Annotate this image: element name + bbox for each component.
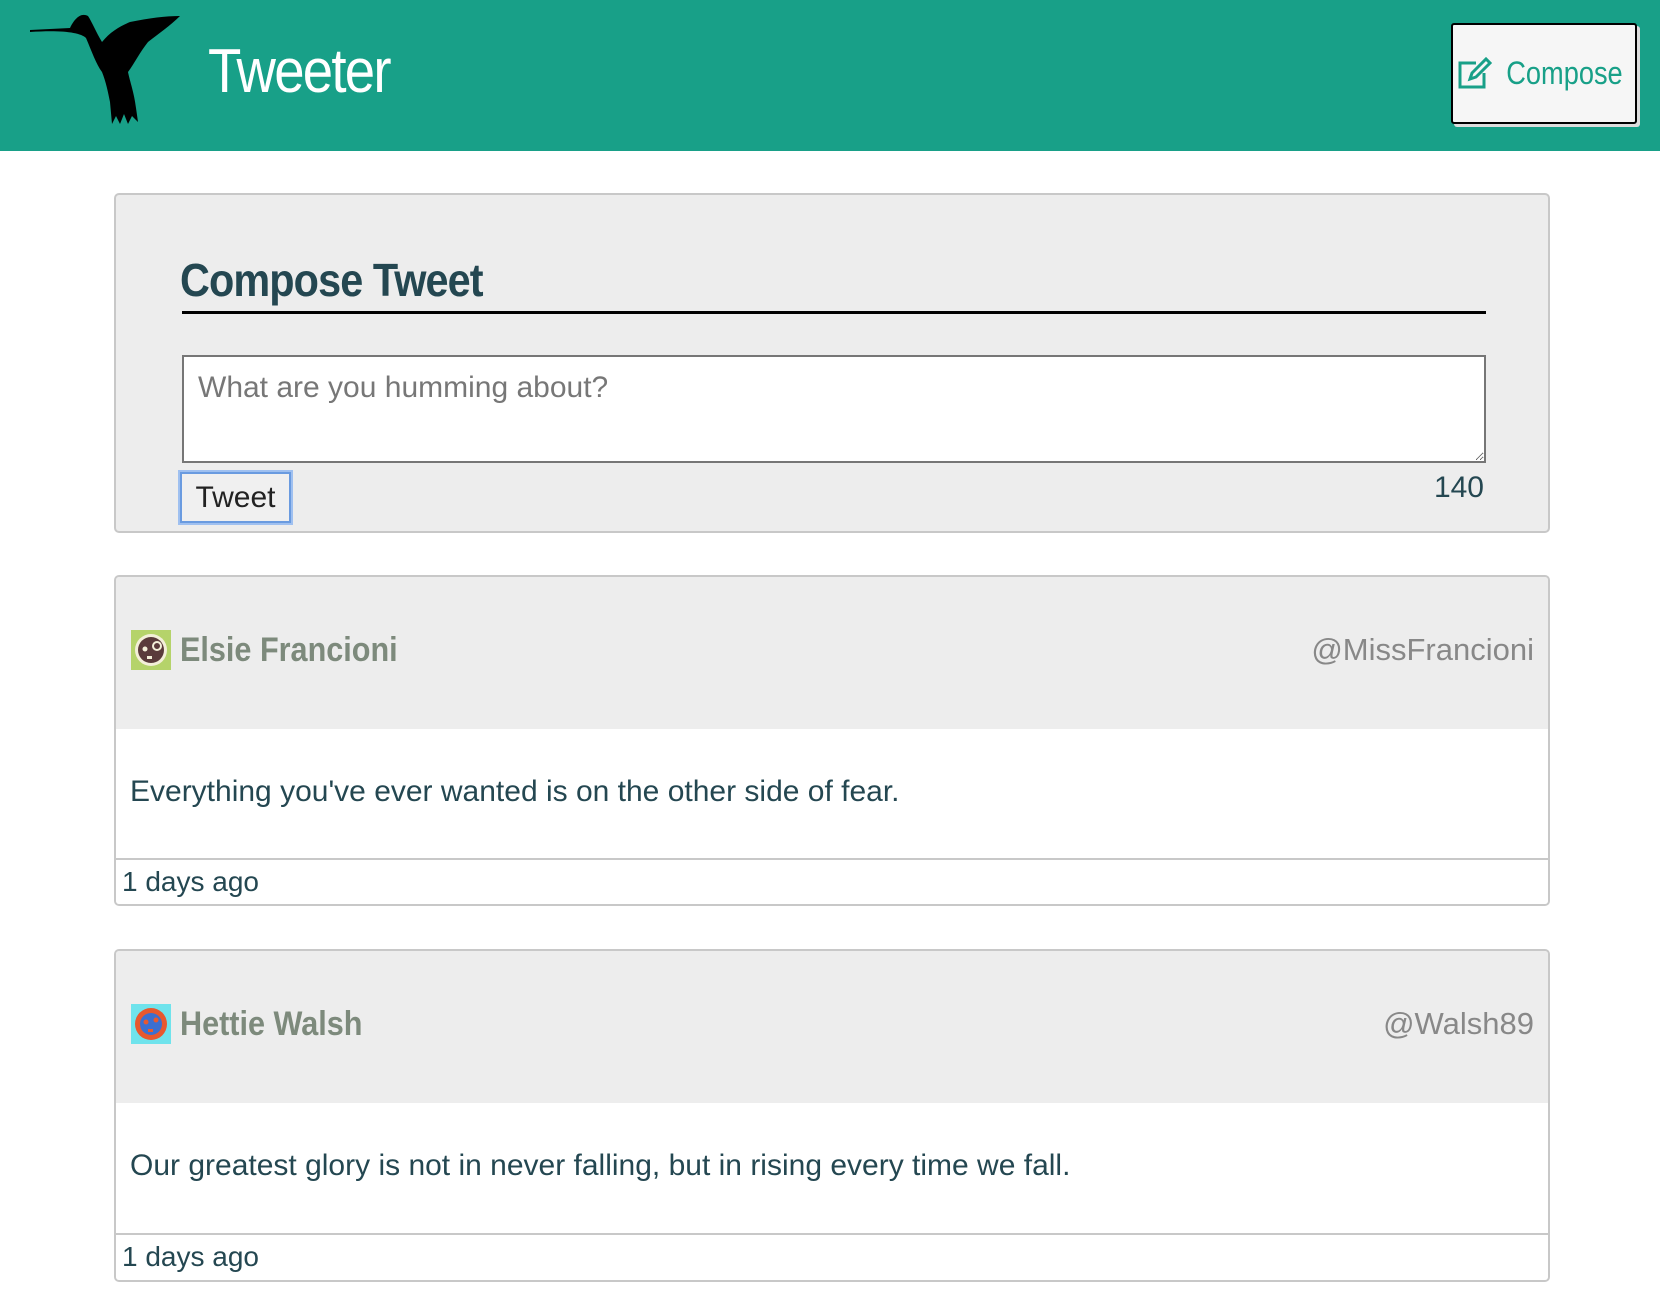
compose-tweet-panel: Compose Tweet Tweet 140: [114, 193, 1550, 533]
tweet-body: Our greatest glory is not in never falli…: [116, 1103, 1548, 1234]
tweet-card: Hettie Walsh @Walsh89 Our greatest glory…: [114, 949, 1550, 1282]
tweet-footer: 1 days ago: [116, 858, 1548, 904]
avatar-icon: [131, 630, 171, 670]
compose-label: Compose: [1505, 55, 1623, 91]
compose-button[interactable]: Compose: [1451, 23, 1637, 124]
compose-tweet-title: Compose Tweet: [180, 254, 484, 306]
char-counter: 140: [1433, 471, 1484, 504]
hummingbird-logo-icon: [30, 14, 180, 124]
tweet-footer: 1 days ago: [116, 1233, 1548, 1280]
avatar-icon: [131, 1004, 171, 1044]
tweet-text: Our greatest glory is not in never falli…: [130, 1149, 1071, 1182]
tweet-author-name: Elsie Francioni: [180, 631, 398, 669]
tweet-input[interactable]: [182, 355, 1486, 463]
tweet-timestamp: 1 days ago: [122, 1241, 259, 1272]
tweet-header: Elsie Francioni @MissFrancioni: [116, 577, 1548, 729]
brand-title: Tweeter: [208, 37, 392, 106]
tweet-text: Everything you've ever wanted is on the …: [130, 775, 900, 808]
top-nav: Tweeter Compose: [0, 0, 1660, 151]
tweet-card: Elsie Francioni @MissFrancioni Everythin…: [114, 575, 1550, 906]
tweet-author-name: Hettie Walsh: [180, 1005, 363, 1043]
tweet-button[interactable]: Tweet: [178, 470, 293, 525]
edit-icon: [1458, 56, 1492, 88]
title-divider: [182, 311, 1486, 314]
tweet-author-handle: @MissFrancioni: [1311, 632, 1534, 667]
tweet-header: Hettie Walsh @Walsh89: [116, 951, 1548, 1103]
tweet-body: Everything you've ever wanted is on the …: [116, 729, 1548, 860]
tweet-timestamp: 1 days ago: [122, 866, 259, 897]
tweet-author-handle: @Walsh89: [1383, 1006, 1534, 1041]
